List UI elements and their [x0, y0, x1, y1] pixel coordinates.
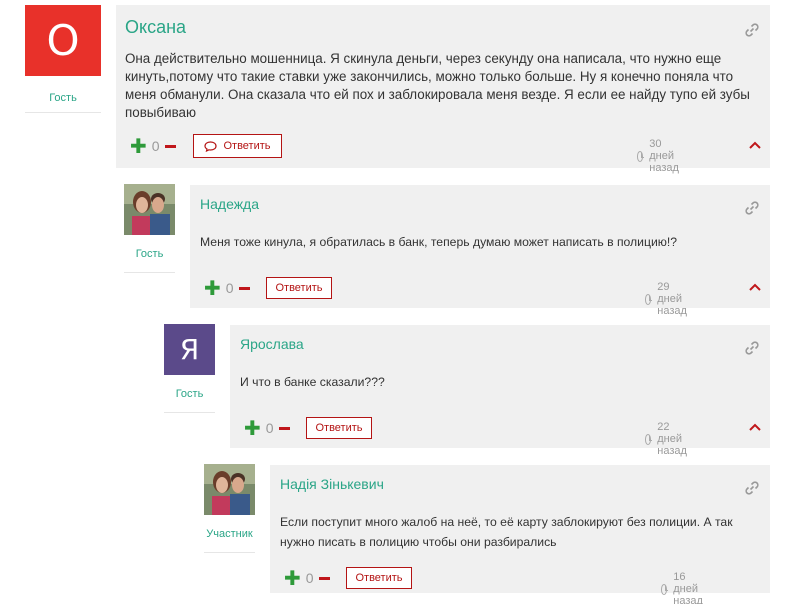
permalink-icon[interactable]: [744, 22, 760, 38]
avatar[interactable]: О: [25, 5, 101, 76]
collapse-chevron-icon[interactable]: [748, 422, 762, 432]
vote-controls: ✚ 0: [284, 568, 330, 588]
upvote-icon[interactable]: ✚: [204, 278, 221, 298]
user-role: Гость: [164, 388, 215, 413]
permalink-icon[interactable]: [744, 200, 760, 216]
reply-button[interactable]: Ответить: [266, 277, 332, 299]
vote-count: 0: [151, 138, 160, 154]
clock-icon: [637, 150, 645, 162]
upvote-icon[interactable]: ✚: [130, 136, 147, 156]
author-name[interactable]: Надежда: [200, 196, 259, 212]
vote-controls: ✚ 0: [130, 136, 176, 156]
clock-icon: [645, 293, 653, 305]
reply-button[interactable]: Ответить: [193, 134, 282, 158]
reply-label: Ответить: [315, 422, 363, 434]
downvote-icon[interactable]: [164, 144, 176, 148]
avatar-letter: О: [46, 16, 80, 65]
time-text: 16 дней назад: [673, 571, 703, 604]
downvote-icon[interactable]: [318, 576, 330, 580]
vote-controls: ✚ 0: [204, 278, 250, 298]
vote-count: 0: [305, 570, 314, 586]
comment-text: Меня тоже кинула, я обратилась в банк, т…: [200, 235, 678, 249]
author-column: Участник: [204, 464, 255, 553]
time-text: 29 дней назад: [657, 281, 687, 317]
avatar-photo[interactable]: [204, 464, 255, 515]
vote-controls: ✚ 0: [244, 418, 290, 438]
timestamp: 22 дней назад: [645, 421, 692, 457]
author-column: Я Гость: [164, 324, 215, 413]
upvote-icon[interactable]: ✚: [244, 418, 261, 438]
downvote-icon[interactable]: [278, 426, 290, 430]
avatar[interactable]: Я: [164, 324, 215, 375]
comment-text: Если поступит много жалоб на неё, то её …: [280, 515, 733, 549]
reply-label: Ответить: [355, 572, 403, 584]
timestamp: 16 дней назад: [661, 571, 708, 604]
timestamp: 29 дней назад: [645, 281, 692, 317]
author-column: О Гость: [25, 5, 101, 113]
avatar-photo[interactable]: [124, 184, 175, 235]
author-name[interactable]: Надія Зінькевич: [280, 476, 384, 492]
comment-text: И что в банке сказали???: [240, 375, 385, 389]
permalink-icon[interactable]: [744, 480, 760, 496]
reply-button[interactable]: Ответить: [306, 417, 372, 439]
avatar-letter: Я: [179, 333, 200, 366]
author-column: Гость: [124, 184, 175, 273]
vote-count: 0: [265, 420, 274, 436]
permalink-icon[interactable]: [744, 340, 760, 356]
time-text: 30 дней назад: [649, 138, 679, 174]
author-name[interactable]: Оксана: [125, 17, 186, 38]
vote-count: 0: [225, 280, 234, 296]
speech-bubble-icon: [204, 140, 218, 152]
timestamp: 30 дней назад: [637, 138, 684, 174]
downvote-icon[interactable]: [238, 286, 250, 290]
comment-text: Она действительно мошенница. Я скинула д…: [125, 51, 750, 120]
clock-icon: [661, 583, 669, 595]
time-text: 22 дней назад: [657, 421, 687, 457]
user-role: Гость: [25, 92, 101, 113]
reply-label: Ответить: [275, 282, 323, 294]
collapse-chevron-icon[interactable]: [748, 282, 762, 292]
author-name[interactable]: Ярослава: [240, 336, 304, 352]
user-role: Гость: [124, 248, 175, 273]
collapse-chevron-icon[interactable]: [748, 140, 762, 150]
reply-label: Ответить: [223, 140, 271, 152]
upvote-icon[interactable]: ✚: [284, 568, 301, 588]
user-role: Участник: [204, 528, 255, 553]
reply-button[interactable]: Ответить: [346, 567, 412, 589]
clock-icon: [645, 433, 653, 445]
